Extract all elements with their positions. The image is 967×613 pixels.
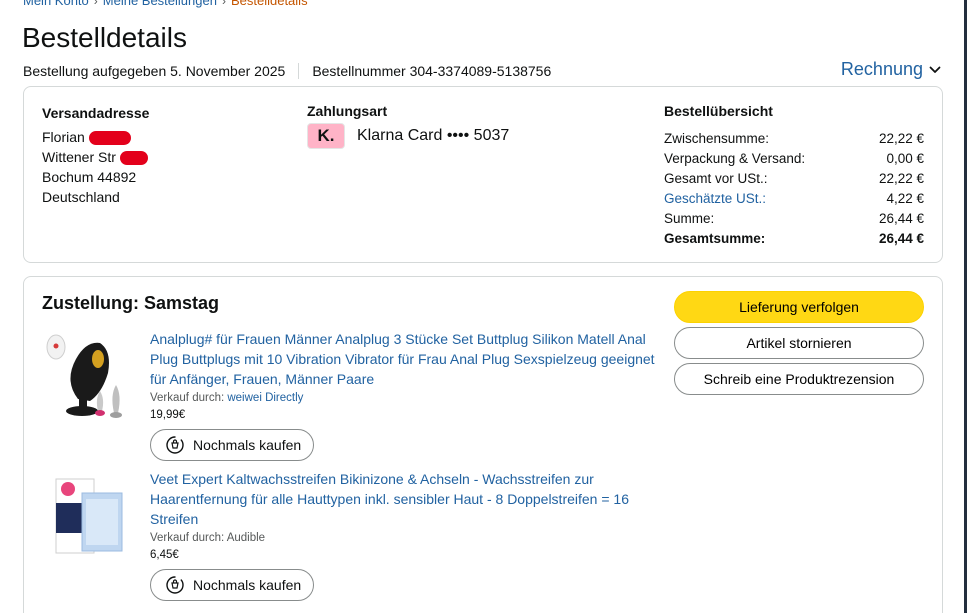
cancel-item-button[interactable]: Artikel stornieren [674,327,924,359]
rebuy-cart-icon [166,576,184,594]
summary-row-pretax: Gesamt vor USt.: 22,22 € [664,169,924,189]
shipping-address: Versandadresse Florian Wittener Str Boch… [42,103,149,207]
shipping-label: Versandadresse [42,105,150,121]
item-info: Analplug# für Frauen Männer Analplug 3 S… [150,329,660,461]
address-city: Bochum 44892 [42,169,137,185]
order-date: Bestellung aufgegeben 5. November 2025 [23,63,286,79]
summary-row-shipping: Verpackung & Versand: 0,00 € [664,149,924,169]
buy-again-label: Nochmals kaufen [193,577,302,593]
payment-method: Zahlungsart K. Klarna Card •••• 5037 [307,103,509,149]
payment-row: K. Klarna Card •••• 5037 [307,123,509,149]
delivery-title: Zustellung: Samstag [42,293,220,313]
product-title-link[interactable]: Veet Expert Kaltwachsstreifen Bikinizone… [150,469,660,529]
summary-row-value: 0,00 € [886,151,924,166]
order-meta: Bestellung aufgegeben 5. November 2025 B… [23,63,551,79]
breadcrumb-my-orders[interactable]: Meine Bestellungen [103,0,217,8]
product-image[interactable] [42,329,132,429]
order-number: Bestellnummer 304-3374089-5138756 [312,63,552,79]
payment-label: Zahlungsart [307,103,388,119]
breadcrumb-separator: › [221,0,226,8]
page-title: Bestelldetails [22,22,187,53]
address-name: Florian [42,129,85,145]
seller-line: Verkauf durch: weiwei Directly [150,392,660,404]
product-image[interactable] [42,469,132,569]
summary-row-value: 4,22 € [886,191,924,206]
address-street: Wittener Str [42,149,116,165]
address-name-line: Florian [42,127,149,147]
summary-row-tax: Geschätzte USt.: 4,22 € [664,189,924,209]
summary-row-label: Gesamt vor USt.: [664,171,768,186]
buy-again-button[interactable]: Nochmals kaufen [150,429,315,461]
seller-prefix: Verkauf durch: [150,392,225,404]
invoice-dropdown[interactable]: Rechnung [841,59,941,80]
order-info-box: Versandadresse Florian Wittener Str Boch… [23,86,943,263]
track-delivery-button[interactable]: Lieferung verfolgen [674,291,924,323]
summary-row-subtotal: Zwischensumme: 22,22 € [664,129,924,149]
seller-link[interactable]: weiwei Directly [227,392,303,404]
meta-divider [298,63,300,79]
breadcrumb-current: Bestelldetails [230,0,308,8]
redaction-mark [119,151,148,166]
chevron-down-icon [929,66,941,73]
summary-row-label: Verpackung & Versand: [664,151,806,166]
address-street-line: Wittener Str [42,147,149,167]
summary-row-value: 26,44 € [878,211,924,226]
order-summary: Bestellübersicht Zwischensumme: 22,22 € … [664,103,924,249]
breadcrumb: Mein Konto › Meine Bestellungen › Bestelldet… [23,0,308,8]
summary-row-value: 26,44 € [878,231,924,246]
seller-prefix: Verkauf durch: [150,532,225,544]
seller-name: Audible [226,532,266,544]
address-country: Deutschland [42,189,120,205]
rebuy-cart-icon [166,436,184,454]
summary-row-total: Gesamtsumme: 26,44 € [664,229,924,249]
summary-row-sum: Summe: 26,44 € [664,209,924,229]
payment-card: Klarna Card •••• 5037 [357,127,510,144]
buy-again-label: Nochmals kaufen [193,437,302,453]
item-price: 19,99€ [150,409,186,421]
item-info: Veet Expert Kaltwachsstreifen Bikinizone… [150,469,660,601]
summary-row-label: Summe: [664,211,715,226]
summary-label: Bestellübersicht [664,103,773,119]
item-price: 6,45€ [150,549,179,561]
summary-row-value: 22,22 € [878,171,924,186]
summary-row-value: 22,22 € [878,131,924,146]
product-title-link[interactable]: Analplug# für Frauen Männer Analplug 3 S… [150,329,660,389]
write-review-button[interactable]: Schreib eine Produktrezension [674,363,924,395]
klarna-logo: K. [307,123,345,149]
summary-row-label: Gesamtsumme: [664,231,766,246]
breadcrumb-my-account[interactable]: Mein Konto [23,0,89,8]
redaction-mark [88,131,131,146]
seller-line: Verkauf durch: Audible [150,532,660,544]
estimated-tax-link[interactable]: Geschätzte USt.: [664,189,766,209]
invoice-label: Rechnung [840,59,923,79]
breadcrumb-separator: › [93,0,98,8]
buy-again-button[interactable]: Nochmals kaufen [150,569,315,601]
delivery-box: Zustellung: Samstag Lieferung verfolgen … [23,276,943,613]
summary-row-label: Zwischensumme: [664,131,770,146]
